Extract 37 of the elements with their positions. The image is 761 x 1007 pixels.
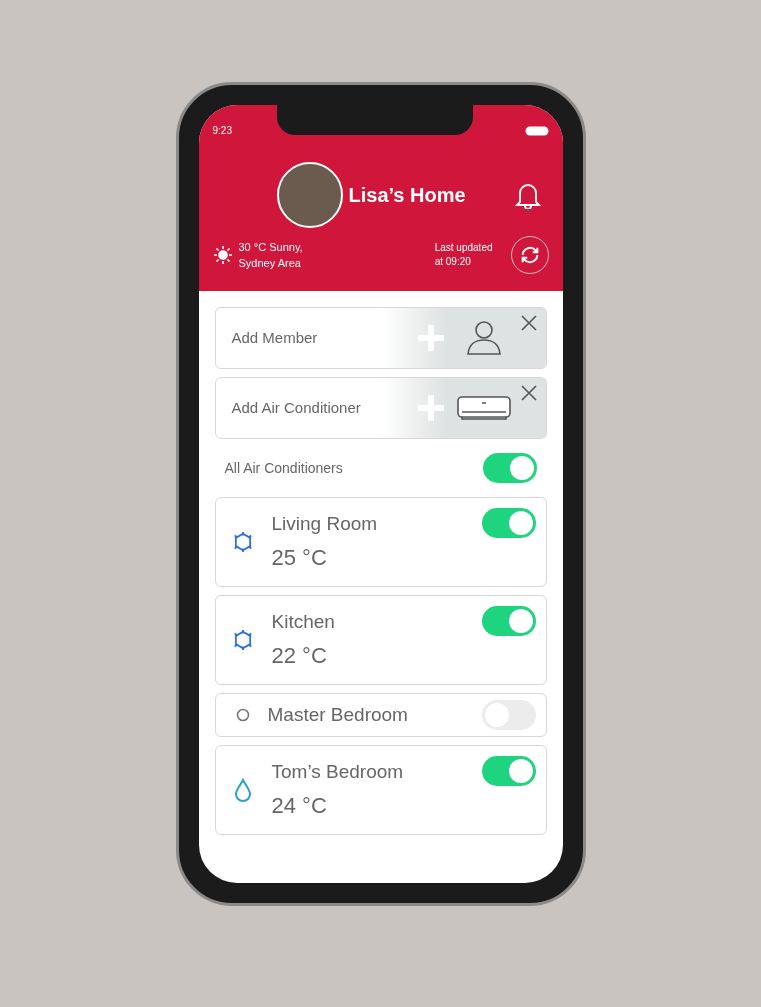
toggle-switch[interactable] bbox=[481, 606, 536, 636]
room-card[interactable]: Kitchen 22 °C bbox=[214, 595, 547, 685]
room-card[interactable]: Tom’s Bedroom 24 °C bbox=[214, 745, 547, 835]
room-name: Kitchen bbox=[271, 610, 336, 635]
toggle-switch[interactable] bbox=[481, 508, 536, 538]
bell-icon[interactable] bbox=[514, 181, 541, 209]
person-icon bbox=[464, 320, 503, 356]
add-label: Add Air Conditioner bbox=[231, 397, 362, 418]
room-temperature: 22 °C bbox=[271, 641, 328, 670]
room-name: Tom’s Bedroom bbox=[271, 760, 405, 785]
close-icon[interactable] bbox=[519, 314, 538, 332]
plus-icon bbox=[417, 395, 444, 421]
add-label: Add Member bbox=[231, 327, 319, 348]
room-name: Master Bedroom bbox=[267, 702, 409, 727]
circle-icon bbox=[235, 708, 250, 722]
battery-icon bbox=[524, 125, 549, 136]
add-card[interactable]: Add Air Conditioner bbox=[214, 377, 547, 439]
air-conditioner-icon bbox=[455, 395, 512, 421]
room-name: Living Room bbox=[271, 512, 379, 537]
room-card[interactable]: Master Bedroom bbox=[214, 693, 547, 737]
room-card[interactable]: Living Room 25 °C bbox=[214, 497, 547, 587]
close-icon[interactable] bbox=[519, 384, 538, 402]
add-card[interactable]: Add Member bbox=[214, 307, 547, 369]
room-temperature: 25 °C bbox=[271, 543, 328, 572]
updated-label: Last updated bbox=[434, 241, 493, 255]
location-text: Sydney Area bbox=[238, 256, 302, 271]
toggle-switch[interactable] bbox=[481, 756, 536, 786]
sun-icon bbox=[212, 245, 233, 265]
plus-icon bbox=[417, 325, 444, 351]
all-toggle-label: All Air Conditioners bbox=[224, 458, 343, 478]
water-drop-icon bbox=[232, 778, 253, 802]
updated-time: at 09:20 bbox=[434, 255, 472, 269]
toggle-switch[interactable] bbox=[482, 453, 537, 483]
room-temperature: 24 °C bbox=[271, 791, 328, 820]
status-time: 9:23 bbox=[212, 124, 232, 138]
weather-text: 30 °C Sunny, bbox=[238, 240, 304, 255]
home-title: Lisa’s Home bbox=[348, 183, 467, 208]
